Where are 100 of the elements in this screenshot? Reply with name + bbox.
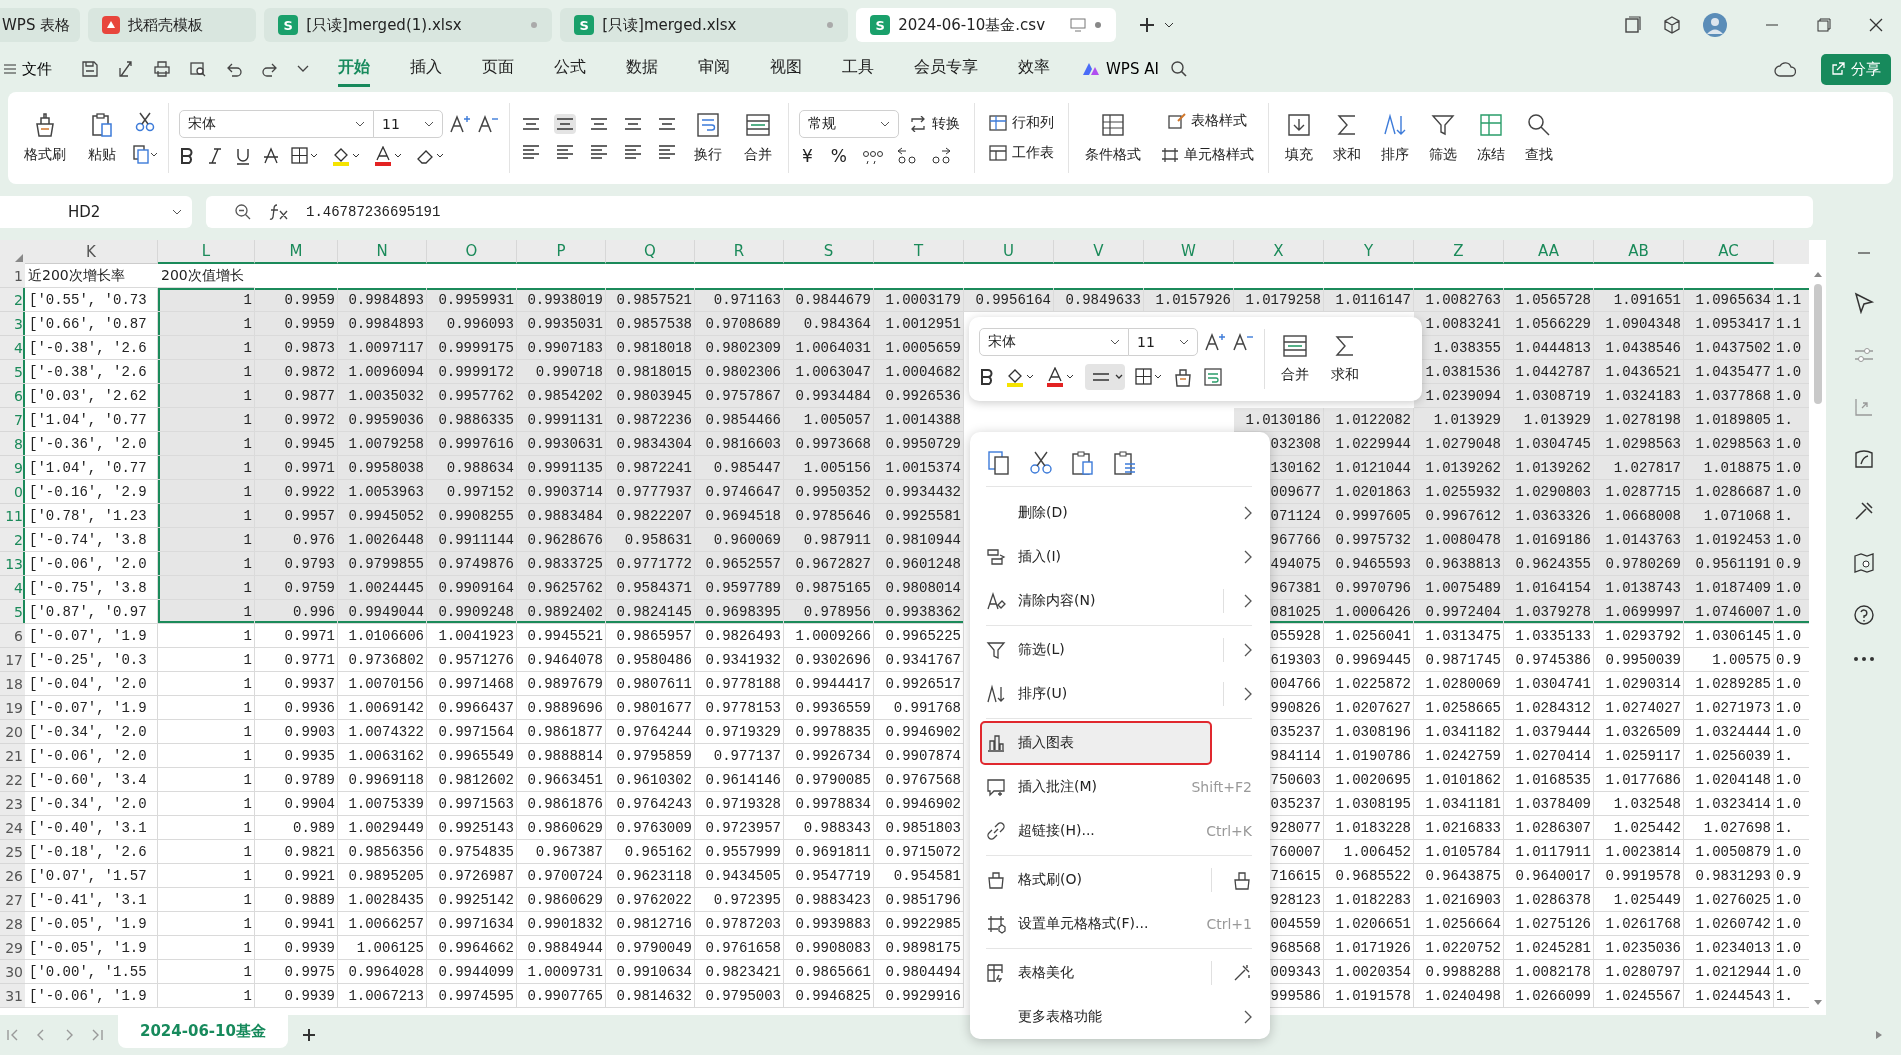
tool-button[interactable]: 查找	[1519, 110, 1559, 166]
wrap-text-button[interactable]: 换行	[688, 110, 728, 166]
font-size-select[interactable]: 11	[1128, 328, 1198, 356]
column-header[interactable]: O	[427, 240, 517, 264]
convert-button[interactable]: 转换	[905, 113, 964, 135]
row-header[interactable]: 5	[0, 600, 25, 624]
row-header[interactable]: 2	[0, 528, 25, 552]
column-header[interactable]: L	[158, 240, 255, 264]
row-header[interactable]: 21	[0, 744, 25, 768]
increase-font-icon[interactable]	[1204, 332, 1226, 352]
document-tab[interactable]: S [只读]merged(1).xlsx	[264, 8, 553, 42]
sum-button[interactable]: 求和	[1325, 332, 1365, 386]
tool-button[interactable]: 排序	[1375, 110, 1415, 166]
copy-icon[interactable]	[132, 144, 158, 164]
row-header[interactable]: 1	[0, 264, 25, 288]
font-color-icon[interactable]	[373, 146, 403, 166]
font-select[interactable]: 宋体	[979, 328, 1129, 356]
ribbon-tab[interactable]: 审阅	[698, 51, 730, 87]
table-style-button[interactable]: 表格样式	[1164, 110, 1251, 132]
fill-color-icon[interactable]	[1005, 367, 1035, 387]
cloud-icon[interactable]	[1774, 61, 1796, 77]
map-search-icon[interactable]	[1852, 552, 1875, 574]
rows-columns-button[interactable]: 行和列	[985, 112, 1058, 134]
sheet-tab[interactable]: 2024-06-10基金	[118, 1014, 288, 1048]
column-header[interactable]: N	[338, 240, 427, 264]
bold-icon[interactable]	[979, 368, 995, 386]
print-preview-icon[interactable]	[189, 60, 207, 78]
currency-button[interactable]: ¥	[799, 146, 816, 166]
ribbon-tab[interactable]: 会员专享	[914, 51, 978, 87]
italic-icon[interactable]	[207, 147, 223, 165]
column-header[interactable]: Q	[606, 240, 695, 264]
row-header[interactable]: 5	[0, 360, 25, 384]
row-header[interactable]: 9	[0, 456, 25, 480]
document-tab[interactable]: S 2024-06-10基金.csv	[856, 8, 1117, 42]
row-header[interactable]: 11	[0, 504, 25, 528]
magic-wand-icon[interactable]	[1232, 963, 1252, 983]
caret-icon[interactable]	[297, 65, 309, 73]
decrease-font-icon[interactable]	[477, 114, 499, 134]
tool-button[interactable]: 冻结	[1471, 110, 1511, 166]
ribbon-tab[interactable]: 公式	[554, 51, 586, 87]
increase-font-icon[interactable]	[449, 114, 471, 134]
row-header[interactable]: 3	[0, 312, 25, 336]
row-header[interactable]: 25	[0, 840, 25, 864]
tool-button[interactable]: 填充	[1279, 110, 1319, 166]
row-header[interactable]: 13	[0, 552, 25, 576]
file-menu[interactable]: 文件	[4, 59, 52, 79]
font-select[interactable]: 宋体	[179, 110, 374, 138]
ribbon-tab[interactable]: 开始	[338, 51, 370, 87]
column-header[interactable]: P	[517, 240, 606, 264]
tool-button[interactable]: 筛选	[1423, 110, 1463, 166]
row-header[interactable]: 2	[0, 288, 25, 312]
row-header[interactable]: 4	[0, 576, 25, 600]
ribbon-tab[interactable]: 数据	[626, 51, 658, 87]
document-tab[interactable]: S [只读]merged.xlsx	[560, 8, 849, 42]
ribbon-tab[interactable]: 工具	[842, 51, 874, 87]
row-header[interactable]: 4	[0, 336, 25, 360]
scroll-down-icon[interactable]	[1812, 999, 1823, 1007]
cut-icon[interactable]	[1028, 450, 1054, 476]
row-header[interactable]: 6	[0, 624, 25, 648]
fill-color-icon[interactable]	[331, 146, 361, 166]
cube-icon[interactable]	[1663, 16, 1681, 34]
caret-icon[interactable]	[1164, 21, 1175, 29]
paste-icon[interactable]	[1070, 450, 1096, 476]
align-justify-icon[interactable]	[622, 142, 644, 162]
column-header[interactable]: Z	[1414, 240, 1504, 264]
align-center-icon[interactable]	[554, 142, 576, 162]
share-button[interactable]: 分享	[1821, 53, 1891, 85]
decrease-decimal-icon[interactable]	[930, 147, 952, 165]
font-color-icon[interactable]	[1045, 367, 1075, 387]
print-icon[interactable]	[153, 60, 171, 78]
row-header[interactable]: 23	[0, 792, 25, 816]
formula-input[interactable]: 1.46787236695191	[306, 204, 441, 220]
row-header[interactable]: 6	[0, 384, 25, 408]
row-header[interactable]: 7	[0, 408, 25, 432]
column-header[interactable]: AB	[1594, 240, 1684, 264]
format-painter-button[interactable]: 格式刷	[18, 110, 72, 166]
close-icon[interactable]	[1869, 18, 1883, 32]
avatar-icon[interactable]	[1703, 13, 1727, 37]
align-center-icon[interactable]	[1085, 364, 1125, 390]
row-header[interactable]: 24	[0, 816, 25, 840]
decrease-font-icon[interactable]	[1232, 332, 1254, 352]
row-header[interactable]: 8	[0, 432, 25, 456]
paste-button[interactable]: 粘贴	[82, 110, 122, 166]
column-header[interactable]: R	[695, 240, 784, 264]
border-icon[interactable]	[1135, 368, 1163, 386]
scroll-up-icon[interactable]	[1812, 270, 1823, 278]
column-header[interactable]: X	[1234, 240, 1324, 264]
cell-style-button[interactable]: 单元格样式	[1157, 144, 1258, 166]
row-header[interactable]: 29	[0, 936, 25, 960]
select-all-icon[interactable]	[15, 254, 23, 262]
column-header[interactable]: AA	[1504, 240, 1594, 264]
align-right-icon[interactable]	[588, 142, 610, 162]
window-icon[interactable]	[1623, 16, 1641, 34]
row-header[interactable]: 18	[0, 672, 25, 696]
row-header[interactable]: 17	[0, 648, 25, 672]
ai-button[interactable]: WPS AI	[1082, 60, 1159, 78]
column-header[interactable]: AC	[1684, 240, 1774, 264]
column-header[interactable]: T	[874, 240, 964, 264]
function-icon[interactable]	[268, 203, 290, 221]
document-tab[interactable]: WPS 表格	[0, 8, 81, 42]
